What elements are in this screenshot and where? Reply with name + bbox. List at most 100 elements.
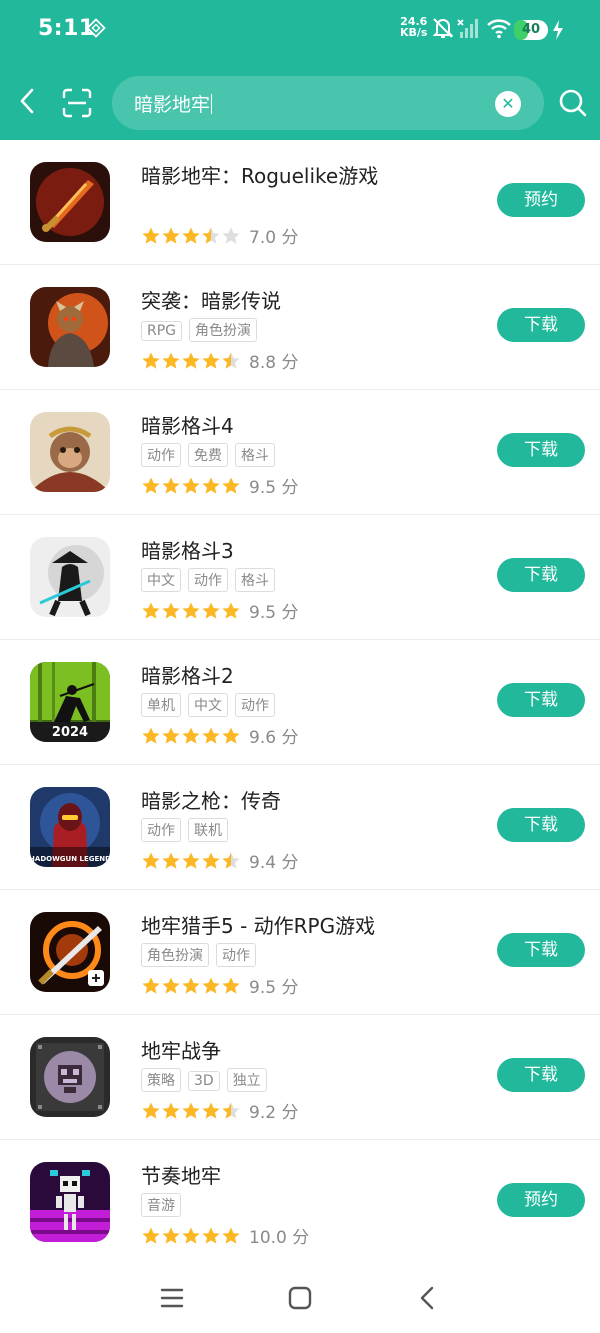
star-full-icon [221, 726, 241, 746]
star-full-icon [141, 976, 161, 996]
app-tag: 动作 [141, 443, 181, 467]
star-full-icon [141, 726, 161, 746]
star-full-icon [201, 476, 221, 496]
app-tag: 单机 [141, 693, 181, 717]
star-full-icon [141, 601, 161, 621]
app-score: 9.6 分 [249, 728, 299, 748]
app-score: 7.0 分 [249, 228, 299, 248]
nav-back-button[interactable] [414, 1284, 442, 1312]
download-button[interactable]: 下载 [497, 933, 585, 967]
app-list-item[interactable]: SHADOWGUN LEGENDS 暗影之枪：传奇动作联机 9.4 分 下载 [0, 765, 600, 890]
app-tags: 角色扮演 动作 [141, 943, 263, 967]
star-full-icon [141, 1101, 161, 1121]
app-list-item[interactable]: 突袭：暗影传说 RPG 角色扮演 8.8 分 下载 [0, 265, 600, 390]
star-half-icon [221, 1101, 241, 1121]
star-full-icon [221, 476, 241, 496]
app-rating: 9.5 分 [141, 473, 298, 498]
app-tag: 联机 [188, 818, 228, 842]
app-tag: 免费 [188, 443, 228, 467]
app-tag: 中文 [188, 693, 228, 717]
app-tag: 动作 [235, 693, 275, 717]
app-score: 9.5 分 [249, 603, 299, 623]
app-name[interactable]: 暗影格斗2 [141, 660, 234, 689]
back-chevron-icon [420, 1286, 434, 1310]
shadow-fighter-icon[interactable]: 2024 [30, 662, 110, 742]
app-rating: 9.4 分 [141, 848, 298, 873]
monkey-king-icon[interactable] [30, 412, 110, 492]
star-full-icon [181, 226, 201, 246]
app-name[interactable]: 突袭：暗影传说 [141, 285, 281, 314]
charging-icon [552, 20, 564, 44]
scan-button[interactable] [62, 88, 92, 118]
app-name[interactable]: 暗影格斗3 [141, 535, 234, 564]
reserve-button[interactable]: 预约 [497, 183, 585, 217]
app-name[interactable]: 暗影格斗4 [141, 410, 234, 439]
app-list-item[interactable]: 地牢猎手5 - 动作RPG游戏角色扮演 动作 9.5 分 下载 [0, 890, 600, 1015]
app-tag: 动作 [188, 568, 228, 592]
app-list-item[interactable]: 暗影格斗3 中文 动作 格斗 9.5 分 下载 [0, 515, 600, 640]
armored-soldier-icon[interactable]: SHADOWGUN LEGENDS [30, 787, 110, 867]
star-full-icon [161, 601, 181, 621]
app-tag: 格斗 [235, 568, 275, 592]
ninja-icon[interactable] [30, 537, 110, 617]
pixel-skeleton-icon[interactable] [30, 1162, 110, 1242]
star-full-icon [181, 851, 201, 871]
app-list-item[interactable]: 2024 暗影格斗2 单机 中文 动作 9.6 分 下载 [0, 640, 600, 765]
warrior-icon[interactable] [30, 287, 110, 367]
star-half-icon [201, 226, 221, 246]
app-name[interactable]: 节奏地牢 [141, 1160, 221, 1189]
menu-button[interactable] [158, 1284, 186, 1312]
app-list-item[interactable]: 暗影地牢：Roguelike游戏 7.0 分 预约 [0, 140, 600, 265]
app-name[interactable]: 暗影地牢：Roguelike游戏 [141, 160, 378, 189]
download-button[interactable]: 下载 [497, 808, 585, 842]
star-full-icon [181, 726, 201, 746]
app-list-item[interactable]: 暗影格斗4 动作 免费 格斗 9.5 分 下载 [0, 390, 600, 515]
app-name[interactable]: 地牢战争 [141, 1035, 221, 1064]
app-rating: 9.5 分 [141, 973, 298, 998]
star-full-icon [181, 976, 201, 996]
star-full-icon [201, 851, 221, 871]
menu-icon [160, 1288, 184, 1308]
app-name[interactable]: 暗影之枪：传奇 [141, 785, 281, 814]
app-tags: 动作 联机 [141, 818, 235, 842]
star-half-icon [221, 351, 241, 371]
back-button[interactable] [14, 84, 42, 118]
app-tag: 音游 [141, 1193, 181, 1217]
download-button[interactable]: 下载 [497, 433, 585, 467]
star-full-icon [181, 1101, 201, 1121]
star-full-icon [181, 476, 201, 496]
star-full-icon [181, 1226, 201, 1246]
text-cursor [211, 94, 213, 114]
fire-sword-icon[interactable] [30, 912, 110, 992]
flaming-sword-icon[interactable] [30, 162, 110, 242]
download-button[interactable]: 下载 [497, 308, 585, 342]
download-button[interactable]: 下载 [497, 683, 585, 717]
star-full-icon [201, 1101, 221, 1121]
download-button[interactable]: 下载 [497, 558, 585, 592]
app-rating: 9.6 分 [141, 723, 298, 748]
star-full-icon [201, 726, 221, 746]
download-button[interactable]: 下载 [497, 1058, 585, 1092]
search-button[interactable] [558, 88, 588, 118]
home-button[interactable] [286, 1284, 314, 1312]
mute-icon [432, 16, 454, 44]
app-icon-text: SHADOWGUN LEGENDS [30, 855, 110, 863]
app-rating: 8.8 分 [141, 348, 298, 373]
app-name[interactable]: 地牢猎手5 - 动作RPG游戏 [141, 910, 375, 939]
star-full-icon [201, 351, 221, 371]
search-field[interactable]: 暗影地牢 ✕ [112, 76, 544, 130]
app-score: 10.0 分 [249, 1228, 310, 1248]
app-tag: 角色扮演 [189, 318, 258, 342]
app-list-item[interactable]: 地牢战争 策略 3D 独立 9.2 分 下载 [0, 1015, 600, 1140]
star-full-icon [221, 601, 241, 621]
status-bar: 5:11 24.6 KB/s 40 [0, 0, 600, 60]
star-full-icon [161, 976, 181, 996]
clear-search-button[interactable]: ✕ [495, 91, 521, 117]
pixel-skull-icon[interactable] [30, 1037, 110, 1117]
app-rating: 9.2 分 [141, 1098, 298, 1123]
app-tags: 单机 中文 动作 [141, 693, 282, 717]
search-input[interactable]: 暗影地牢 [134, 90, 213, 117]
reserve-button[interactable]: 预约 [497, 1183, 585, 1217]
close-icon: ✕ [501, 94, 515, 113]
app-list-item[interactable]: 节奏地牢音游 10.0 分 预约 [0, 1140, 600, 1260]
